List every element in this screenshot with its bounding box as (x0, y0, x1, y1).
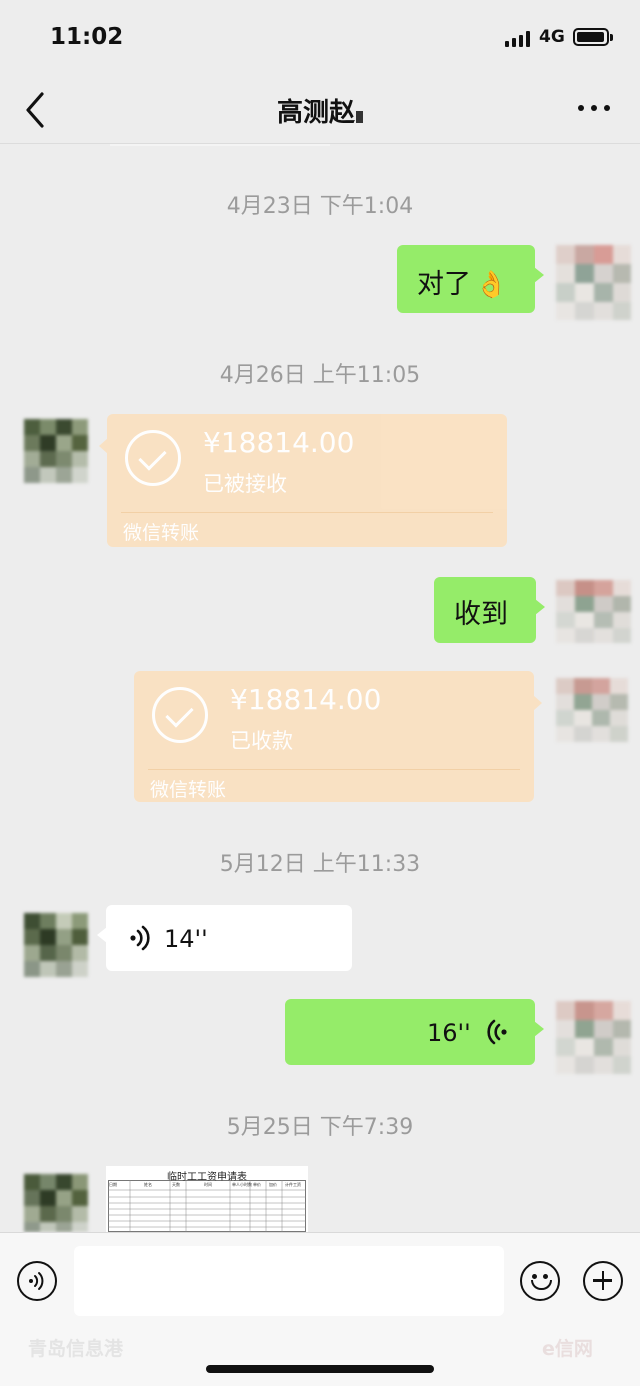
header-cell: 计件工资 (285, 1182, 301, 1187)
contact-avatar[interactable] (24, 913, 88, 977)
header-cell: 姓名 (144, 1182, 152, 1187)
message-input[interactable] (74, 1246, 504, 1316)
transfer-card[interactable]: ¥18814.00 已被接收 微信转账 (99, 414, 507, 547)
plus-icon[interactable] (583, 1261, 623, 1301)
chat-title: 高测赵 (0, 92, 640, 129)
message-text: 收到 (454, 599, 508, 630)
voice-icon-glyph (29, 1272, 44, 1290)
ok-emoji: 👌 (475, 270, 508, 300)
title-redaction (356, 111, 363, 123)
check-circle-icon (125, 430, 181, 486)
transfer-label: 微信转账 (150, 779, 227, 801)
watermark-left: 青岛信息港 (28, 1338, 124, 1360)
signal-icon (505, 31, 531, 47)
header-cell: 单人小时数 (232, 1182, 252, 1187)
voice-wave-icon (130, 925, 150, 951)
transfer-card[interactable]: ¥18814.00 已收款 微信转账 (134, 671, 542, 802)
message-bubble[interactable]: 对了 👌 (397, 245, 544, 313)
transfer-divider (148, 769, 520, 770)
chat-title-text: 高测赵 (276, 98, 355, 128)
header-cell: 加价 (269, 1182, 277, 1187)
voice-duration: 16'' (427, 1019, 471, 1047)
emoji-icon[interactable] (520, 1261, 560, 1301)
header-cell: 天数 (172, 1182, 180, 1187)
time-label: 5月25日 下午7:39 (226, 1115, 414, 1140)
network-type: 4G (539, 27, 565, 47)
voice-icon[interactable] (17, 1261, 57, 1301)
time-label: 4月26日 上午11:05 (219, 363, 421, 388)
header-cell: 单价 (253, 1182, 261, 1187)
transfer-status: 已被接收 (203, 472, 287, 496)
transfer-status: 已收款 (230, 729, 293, 753)
watermark-right: e信网 (542, 1338, 593, 1360)
battery-icon (573, 28, 609, 46)
transfer-amount: ¥18814.00 (230, 683, 382, 716)
status-time: 11:02 (50, 24, 124, 50)
my-avatar[interactable] (556, 678, 628, 742)
voice-message[interactable]: 16'' (285, 999, 544, 1065)
my-avatar[interactable] (556, 580, 631, 643)
contact-avatar[interactable] (24, 419, 88, 483)
my-avatar[interactable] (556, 245, 631, 320)
header-cell: 日期 (109, 1182, 117, 1187)
message-bubble[interactable]: 收到 (434, 577, 545, 643)
check-circle-icon (152, 687, 208, 743)
image-headers: 日期 姓名 天数 时间 单人小时数 单价 加价 计件工资 (108, 1182, 306, 1191)
scroll-shadow (110, 144, 330, 146)
contact-avatar[interactable] (24, 1174, 88, 1232)
my-avatar[interactable] (556, 1001, 631, 1074)
header-cell: 时间 (204, 1182, 212, 1187)
message-text: 对了 (417, 269, 471, 300)
transfer-label: 微信转账 (123, 522, 200, 544)
voice-duration: 14'' (164, 925, 208, 953)
transfer-amount: ¥18814.00 (203, 426, 355, 459)
transfer-divider (121, 512, 493, 513)
voice-message[interactable]: 14'' (97, 905, 352, 971)
time-label: 5月12日 上午11:33 (219, 852, 421, 877)
battery-tip (610, 34, 613, 41)
home-indicator (206, 1365, 434, 1373)
voice-wave-icon (487, 1019, 507, 1045)
more-icon[interactable] (576, 105, 612, 113)
image-message[interactable]: 临时工工资申请表 日期 姓名 天数 时间 单人小时数 单价 加价 计件工资 (106, 1166, 308, 1232)
time-label: 4月23日 下午1:04 (226, 194, 414, 219)
